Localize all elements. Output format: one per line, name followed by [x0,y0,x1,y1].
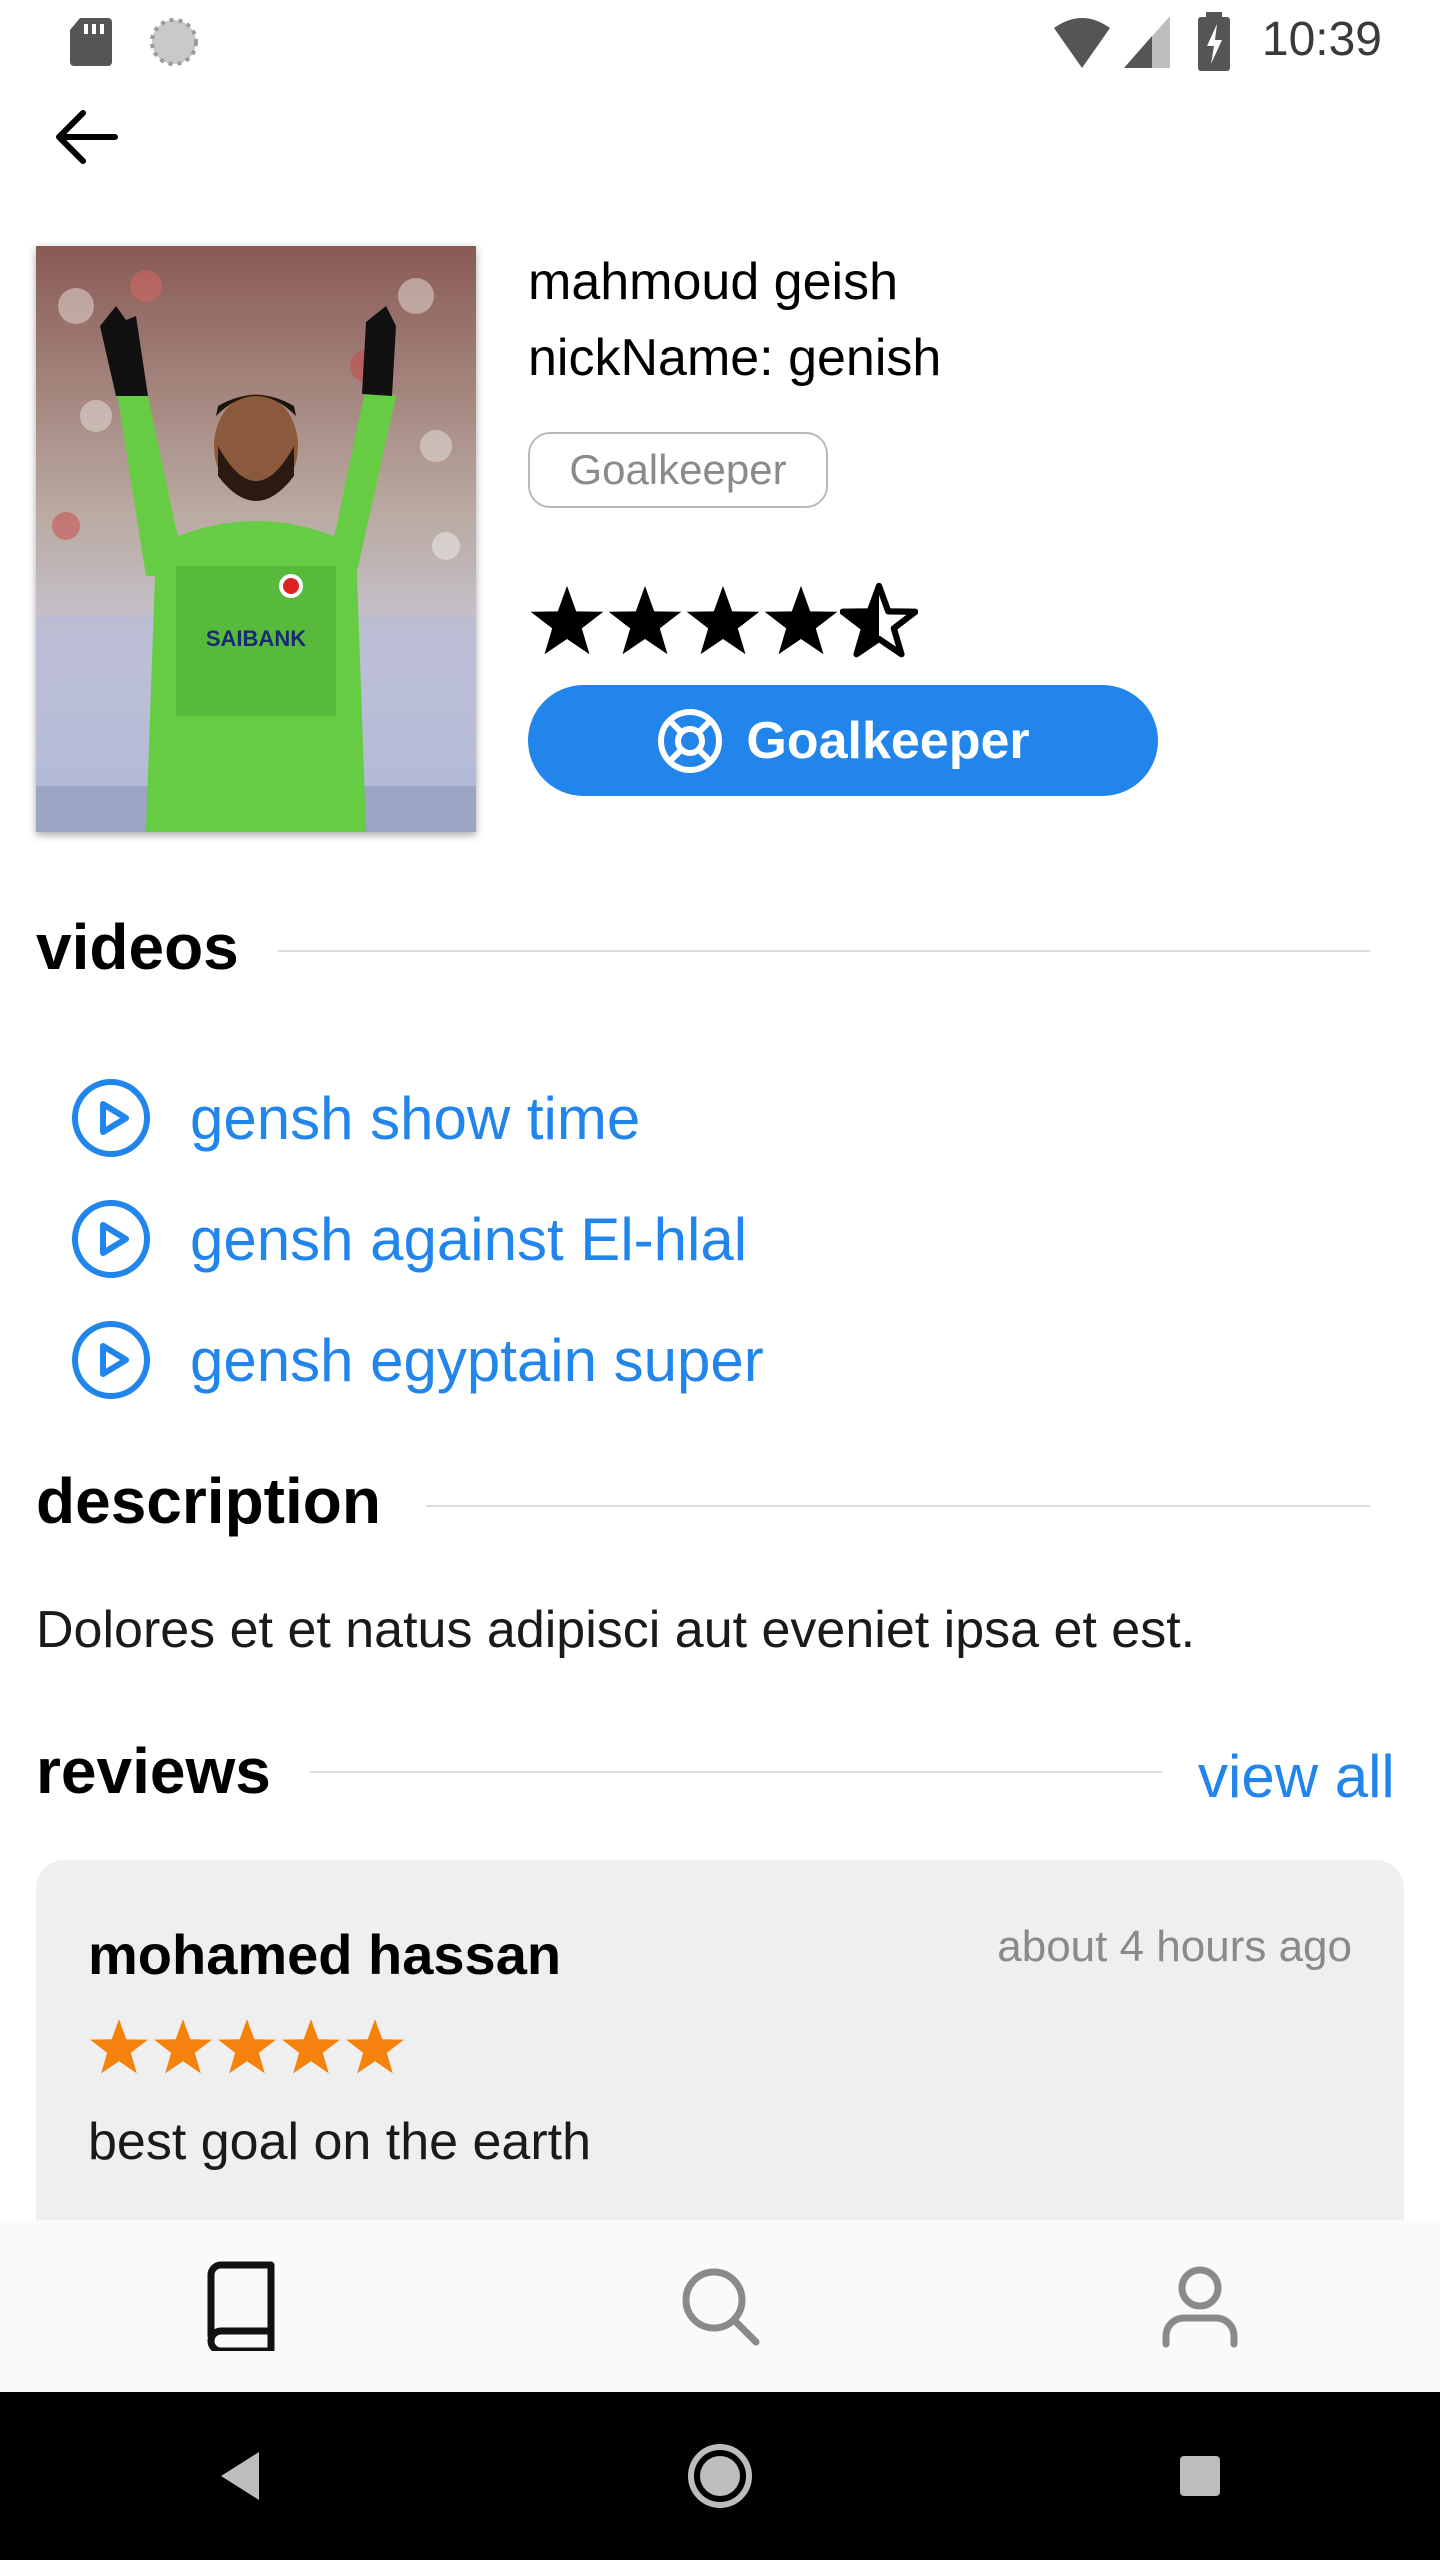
status-bar: 10:39 [0,0,1440,84]
home-circle-icon [688,2444,752,2508]
star-full-icon [154,2019,212,2074]
star-full-icon [686,585,760,655]
position-button[interactable]: Goalkeeper [528,685,1158,796]
sd-card-icon [70,18,112,66]
nav-item-search[interactable] [620,2231,820,2381]
photo-sponsor-text: SAIBANK [206,626,306,651]
star-full-icon [764,585,838,655]
description-divider [426,1505,1370,1507]
nav-item-library[interactable] [140,2231,340,2381]
video-link[interactable]: gensh against El-hlal [70,1194,747,1284]
position-chip: Goalkeeper [528,432,828,508]
system-recents-button[interactable] [1120,2406,1280,2546]
reviews-heading: reviews [36,1735,271,1807]
star-full-icon [530,585,604,655]
videos-heading: videos [36,911,239,983]
star-full-icon [282,2019,340,2074]
reviewer-name: mohamed hassan [88,1923,562,1986]
arrow-left-icon [56,110,118,164]
video-link[interactable]: gensh show time [70,1073,640,1163]
player-photo: SAIBANK [36,246,476,832]
video-link-label: gensh egyptain super [190,1326,764,1394]
back-button[interactable] [40,92,130,182]
play-circle-icon [72,1200,150,1278]
star-full-icon [608,585,682,655]
user-icon [1162,2266,1238,2348]
play-circle-icon [72,1321,150,1399]
review-text: best goal on the earth [88,2113,592,2171]
reviews-divider [310,1771,1162,1773]
system-back-button[interactable] [160,2406,320,2546]
video-link[interactable]: gensh egyptain super [70,1315,764,1405]
bottom-navigation [0,2220,1440,2392]
system-home-button[interactable] [640,2406,800,2546]
status-time: 10:39 [1261,13,1382,66]
loading-icon [150,18,198,66]
description-text: Dolores et et natus adipisci aut eveniet… [36,1601,1196,1659]
video-link-label: gensh against El-hlal [190,1205,748,1273]
view-all-link[interactable]: view all [1198,1742,1395,1811]
star-half-icon [840,582,918,658]
player-name: mahmoud geish [528,253,898,311]
battery-charging-icon [1198,12,1230,71]
search-icon [682,2268,760,2346]
nav-item-profile[interactable] [1100,2231,1300,2381]
star-full-icon [346,2019,404,2074]
star-full-icon [90,2019,148,2074]
wifi-icon [1054,18,1110,68]
star-full-icon [218,2019,276,2074]
videos-divider [278,950,1370,952]
cellular-signal-icon [1124,16,1170,68]
player-nickname: nickName: genish [528,329,942,387]
position-button-label: Goalkeeper [746,711,1030,770]
book-icon [207,2261,275,2351]
square-recents-icon [1180,2456,1220,2496]
video-link-label: gensh show time [190,1084,641,1152]
lifebuoy-icon [658,708,723,773]
description-heading: description [36,1465,381,1537]
review-rating-stars [88,2016,406,2078]
system-navigation-bar [0,2392,1440,2560]
triangle-back-icon [221,2452,259,2500]
review-timestamp: about 4 hours ago [997,1922,1352,1971]
player-rating-stars [528,582,918,662]
play-circle-icon [72,1079,150,1157]
